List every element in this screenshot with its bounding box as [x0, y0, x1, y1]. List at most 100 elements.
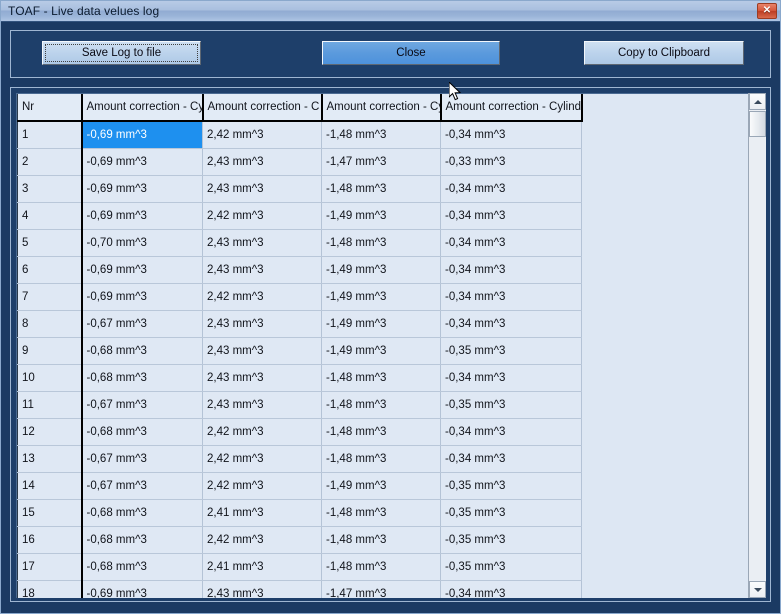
scroll-down-icon[interactable] — [749, 581, 766, 598]
row-number-cell[interactable]: 15 — [17, 499, 83, 527]
data-cell[interactable]: 2,43 mm^3 — [202, 580, 322, 598]
data-cell[interactable]: -0,70 mm^3 — [81, 229, 203, 257]
data-cell[interactable]: -1,48 mm^3 — [321, 364, 441, 392]
data-cell[interactable]: -0,69 mm^3 — [81, 580, 203, 598]
data-cell[interactable]: -1,49 mm^3 — [321, 337, 441, 365]
data-cell[interactable]: -0,34 mm^3 — [440, 256, 582, 284]
save-log-to-file-button[interactable]: Save Log to file — [42, 41, 201, 65]
scroll-up-icon[interactable] — [749, 93, 766, 110]
data-cell[interactable]: 2,42 mm^3 — [202, 526, 322, 554]
data-cell[interactable]: -1,48 mm^3 — [321, 445, 441, 473]
data-cell[interactable]: -0,35 mm^3 — [440, 499, 582, 527]
row-number-cell[interactable]: 17 — [17, 553, 83, 581]
table-row[interactable]: 1 -0,69 mm^3 2,42 mm^3 -1,48 mm^3 -0,34 mm^3 — [17, 121, 582, 149]
data-cell[interactable]: 2,42 mm^3 — [202, 445, 322, 473]
row-number-cell[interactable]: 5 — [17, 229, 83, 257]
row-number-cell[interactable]: 9 — [17, 337, 83, 365]
data-cell[interactable]: -0,69 mm^3 — [81, 283, 203, 311]
data-cell[interactable]: -0,34 mm^3 — [440, 445, 582, 473]
table-row[interactable]: 18 -0,69 mm^3 2,43 mm^3 -1,47 mm^3 -0,34 mm^… — [17, 580, 582, 598]
copy-to-clipboard-button[interactable]: Copy to Clipboard — [584, 41, 744, 65]
table-row[interactable]: 7 -0,69 mm^3 2,42 mm^3 -1,49 mm^3 -0,34 mm^3 — [17, 283, 582, 311]
data-cell[interactable]: -0,67 mm^3 — [81, 445, 203, 473]
data-cell[interactable]: 2,43 mm^3 — [202, 391, 322, 419]
log-grid-viewport[interactable]: Nr Amount correction - Cyli Amount correct… — [16, 93, 765, 598]
close-button[interactable]: Close — [322, 41, 500, 65]
data-cell[interactable]: -0,67 mm^3 — [81, 391, 203, 419]
data-cell[interactable]: -0,35 mm^3 — [440, 337, 582, 365]
data-cell[interactable]: -0,34 mm^3 — [440, 580, 582, 598]
data-cell[interactable]: -0,68 mm^3 — [81, 499, 203, 527]
row-number-cell[interactable]: 18 — [17, 580, 83, 598]
row-number-cell[interactable]: 1 — [17, 121, 83, 149]
data-cell[interactable]: -0,68 mm^3 — [81, 526, 203, 554]
table-row[interactable]: 12 -0,68 mm^3 2,42 mm^3 -1,48 mm^3 -0,34 mm^… — [17, 418, 582, 446]
data-cell[interactable]: 2,41 mm^3 — [202, 553, 322, 581]
data-cell[interactable]: -1,48 mm^3 — [321, 418, 441, 446]
data-cell[interactable]: -0,34 mm^3 — [440, 121, 582, 149]
table-row[interactable]: 5 -0,70 mm^3 2,43 mm^3 -1,48 mm^3 -0,34 mm^3 — [17, 229, 582, 257]
data-cell[interactable]: -1,49 mm^3 — [321, 256, 441, 284]
data-cell[interactable]: -0,67 mm^3 — [81, 310, 203, 338]
column-header-0[interactable]: Nr — [17, 94, 83, 122]
data-cell[interactable]: -1,48 mm^3 — [321, 121, 441, 149]
row-number-cell[interactable]: 6 — [17, 256, 83, 284]
data-cell[interactable]: -0,68 mm^3 — [81, 337, 203, 365]
scrollbar-track[interactable] — [749, 110, 766, 581]
table-row[interactable]: 11 -0,67 mm^3 2,43 mm^3 -1,48 mm^3 -0,35 mm^… — [17, 391, 582, 419]
scrollbar-thumb[interactable] — [749, 111, 766, 137]
data-cell[interactable]: -0,34 mm^3 — [440, 418, 582, 446]
row-number-cell[interactable]: 16 — [17, 526, 83, 554]
data-cell[interactable]: -0,35 mm^3 — [440, 526, 582, 554]
data-cell[interactable]: 2,43 mm^3 — [202, 148, 322, 176]
table-row[interactable]: 17 -0,68 mm^3 2,41 mm^3 -1,48 mm^3 -0,35 mm^… — [17, 553, 582, 581]
data-cell[interactable]: -0,69 mm^3 — [81, 202, 203, 230]
data-cell[interactable]: -0,69 mm^3 — [81, 148, 203, 176]
column-header-3[interactable]: Amount correction - Cy — [321, 94, 442, 122]
data-cell[interactable]: 2,42 mm^3 — [202, 202, 322, 230]
table-row[interactable]: 10 -0,68 mm^3 2,43 mm^3 -1,48 mm^3 -0,34 mm^… — [17, 364, 582, 392]
data-cell[interactable]: -0,35 mm^3 — [440, 553, 582, 581]
data-cell[interactable]: -0,69 mm^3 — [81, 121, 203, 149]
data-cell[interactable]: 2,43 mm^3 — [202, 364, 322, 392]
data-cell[interactable]: -1,48 mm^3 — [321, 391, 441, 419]
data-cell[interactable]: 2,42 mm^3 — [202, 121, 322, 149]
table-row[interactable]: 16 -0,68 mm^3 2,42 mm^3 -1,48 mm^3 -0,35 mm^… — [17, 526, 582, 554]
row-number-cell[interactable]: 8 — [17, 310, 83, 338]
data-cell[interactable]: -1,48 mm^3 — [321, 175, 441, 203]
data-cell[interactable]: 2,43 mm^3 — [202, 310, 322, 338]
data-cell[interactable]: 2,43 mm^3 — [202, 337, 322, 365]
row-number-cell[interactable]: 2 — [17, 148, 83, 176]
data-cell[interactable]: -1,48 mm^3 — [321, 229, 441, 257]
data-cell[interactable]: 2,43 mm^3 — [202, 175, 322, 203]
data-cell[interactable]: -1,49 mm^3 — [321, 310, 441, 338]
data-cell[interactable]: 2,42 mm^3 — [202, 283, 322, 311]
table-row[interactable]: 13 -0,67 mm^3 2,42 mm^3 -1,48 mm^3 -0,34 mm^… — [17, 445, 582, 473]
data-cell[interactable]: -1,48 mm^3 — [321, 499, 441, 527]
data-cell[interactable]: -0,34 mm^3 — [440, 202, 582, 230]
data-cell[interactable]: -0,34 mm^3 — [440, 175, 582, 203]
data-cell[interactable]: -1,49 mm^3 — [321, 472, 441, 500]
data-cell[interactable]: 2,43 mm^3 — [202, 229, 322, 257]
data-cell[interactable]: -1,47 mm^3 — [321, 148, 441, 176]
table-row[interactable]: 8 -0,67 mm^3 2,43 mm^3 -1,49 mm^3 -0,34 mm^3 — [17, 310, 582, 338]
row-number-cell[interactable]: 3 — [17, 175, 83, 203]
row-number-cell[interactable]: 12 — [17, 418, 83, 446]
row-number-cell[interactable]: 4 — [17, 202, 83, 230]
data-cell[interactable]: 2,43 mm^3 — [202, 256, 322, 284]
row-number-cell[interactable]: 11 — [17, 391, 83, 419]
row-number-cell[interactable]: 7 — [17, 283, 83, 311]
table-row[interactable]: 15 -0,68 mm^3 2,41 mm^3 -1,48 mm^3 -0,35 mm^… — [17, 499, 582, 527]
data-cell[interactable]: -0,68 mm^3 — [81, 364, 203, 392]
data-cell[interactable]: -0,35 mm^3 — [440, 472, 582, 500]
data-cell[interactable]: -1,47 mm^3 — [321, 580, 441, 598]
data-cell[interactable]: -0,34 mm^3 — [440, 283, 582, 311]
table-row[interactable]: 4 -0,69 mm^3 2,42 mm^3 -1,49 mm^3 -0,34 mm^3 — [17, 202, 582, 230]
row-number-cell[interactable]: 13 — [17, 445, 83, 473]
row-number-cell[interactable]: 10 — [17, 364, 83, 392]
window-close-icon[interactable]: ✕ — [757, 3, 777, 19]
data-cell[interactable]: -0,68 mm^3 — [81, 553, 203, 581]
data-cell[interactable]: 2,42 mm^3 — [202, 418, 322, 446]
row-number-cell[interactable]: 14 — [17, 472, 83, 500]
vertical-scrollbar[interactable] — [748, 93, 766, 598]
